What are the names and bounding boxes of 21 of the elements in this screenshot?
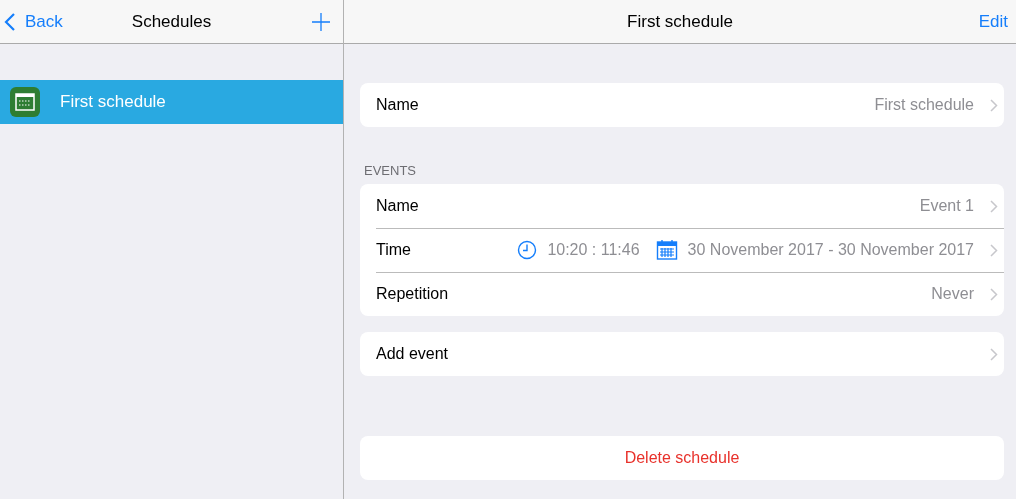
sidebar-title: Schedules [131,11,212,32]
calendar-icon [10,87,40,117]
back-chevron-icon [4,11,16,32]
chevron-icon [990,243,998,257]
calendar-icon [655,239,678,261]
event-row[interactable]: Time 10:20 : 11:46 30 November 2017 - 30 November 2017 [360,228,1004,272]
chevron-icon [990,347,998,361]
add-event-row[interactable]: Add event [360,332,1004,376]
detail-title: First schedule [627,11,733,32]
section-header: EVENTS [363,162,417,180]
chevron-icon [990,199,998,213]
chevron-icon [990,287,998,301]
back-button[interactable]: Back [4,11,63,32]
edit-button[interactable]: Edit [978,11,1008,32]
event-row[interactable]: Repetition Never [360,272,1004,316]
schedule-name-row[interactable]: Name First schedule [360,83,1004,127]
delete-schedule-button[interactable]: Delete schedule [360,436,1004,480]
chevron-icon [990,98,998,112]
event-row[interactable]: Name Event 1 [360,184,1004,228]
clock-icon [517,240,538,260]
add-icon[interactable] [311,11,331,32]
